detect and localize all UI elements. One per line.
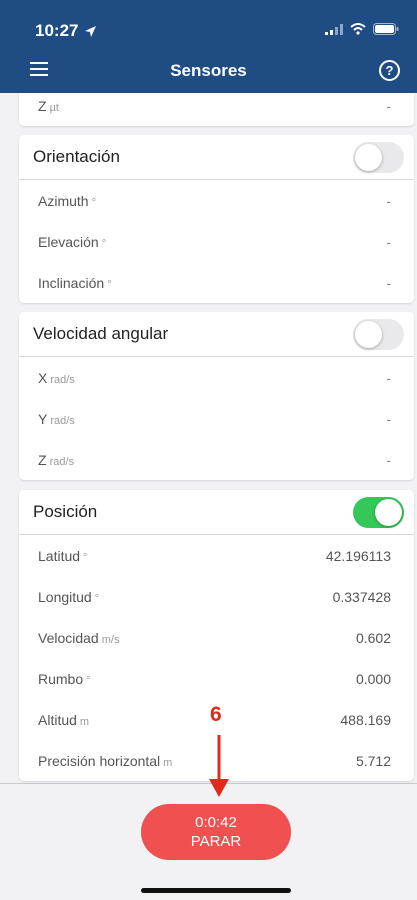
sensor-row: Elevación ° -	[19, 221, 414, 262]
annotation-arrow-icon	[209, 735, 229, 797]
row-value: -	[386, 451, 391, 468]
sensor-row: Rumbo ° 0.000	[19, 658, 414, 699]
card-title: Orientación	[33, 147, 120, 166]
bottom-bar: 0:0:42 PARAR	[0, 783, 417, 900]
card-title: Posición	[33, 502, 98, 521]
row-unit: m	[79, 715, 90, 728]
row-label: Y	[38, 410, 48, 427]
row-unit: °	[107, 278, 112, 291]
row-label: Altitud	[38, 711, 77, 728]
recording-timer: 0:0:42	[195, 814, 237, 831]
sensor-row: Inclinación ° -	[19, 262, 414, 303]
row-label: X	[38, 369, 48, 386]
sensor-row: Zµt -	[19, 93, 414, 126]
row-value: 42.196113	[325, 547, 391, 564]
signal-icon	[325, 23, 343, 35]
row-value: 0.602	[355, 629, 391, 646]
row-label: Z	[38, 97, 47, 114]
sensor-row: Yrad/s -	[19, 398, 414, 439]
row-unit: rad/s	[50, 373, 75, 386]
row-unit: °	[83, 551, 88, 564]
location-arrow-icon	[85, 25, 97, 37]
row-value: 488.169	[340, 711, 391, 728]
stop-recording-button[interactable]: 0:0:42 PARAR	[141, 804, 291, 860]
battery-icon	[373, 23, 399, 35]
row-label: Inclinación	[38, 274, 105, 291]
status-time-label: 10:27	[35, 21, 79, 40]
row-label: Rumbo	[38, 670, 84, 687]
row-label: Latitud	[38, 547, 81, 564]
help-icon[interactable]: ?	[379, 60, 400, 81]
row-unit: m/s	[101, 633, 120, 646]
orientacion-toggle[interactable]	[353, 141, 404, 173]
card-title: Velocidad angular	[33, 324, 169, 343]
card-velocidad-angular: Velocidad angular Xrad/s - Yrad/s - Zrad…	[19, 312, 414, 480]
row-label: Longitud	[38, 588, 92, 605]
card-header: Posición	[19, 490, 414, 535]
partial-sensor-card: Zµt -	[19, 93, 414, 126]
row-value: 0.000	[355, 670, 391, 687]
sensor-row: Latitud ° 42.196113	[19, 535, 414, 576]
status-time: 10:27	[35, 21, 97, 41]
row-value: -	[386, 410, 391, 427]
row-value: -	[386, 274, 391, 291]
row-label: Azimuth	[38, 192, 89, 209]
row-value: -	[386, 369, 391, 386]
row-label: Precisión horizontal	[38, 752, 161, 769]
row-value: 0.337428	[332, 588, 391, 605]
sensor-row: Zrad/s -	[19, 439, 414, 480]
row-value: -	[386, 233, 391, 250]
stop-button-label: PARAR	[190, 833, 242, 850]
page-title: Sensores	[170, 61, 247, 80]
card-orientacion: Orientación Azimuth ° - Elevación ° - Incl…	[19, 135, 414, 303]
row-unit: °	[101, 237, 107, 250]
row-unit: µt	[49, 101, 59, 114]
row-unit: °	[86, 674, 91, 687]
row-label: Elevación	[38, 233, 99, 250]
home-indicator	[141, 888, 291, 893]
row-unit: rad/s	[50, 414, 75, 427]
row-unit: rad/s	[49, 455, 75, 468]
row-label: Velocidad	[38, 629, 99, 646]
top-bar: 10:27 Sensores ?	[0, 0, 417, 93]
row-label: Z	[38, 451, 47, 468]
row-unit: °	[94, 592, 100, 605]
wifi-icon	[350, 23, 366, 35]
row-unit: °	[91, 196, 96, 209]
velocidad-angular-toggle[interactable]	[353, 318, 404, 350]
sensor-row: Longitud ° 0.337428	[19, 576, 414, 617]
row-unit: m	[163, 756, 173, 769]
status-icons	[325, 23, 399, 35]
posicion-toggle[interactable]	[353, 496, 404, 528]
sensor-row: Velocidad m/s 0.602	[19, 617, 414, 658]
sensor-list[interactable]: Zµt - Orientación Azimuth ° - Elevación ° …	[0, 93, 417, 783]
row-value: -	[386, 192, 391, 209]
row-value: 5.712	[355, 752, 391, 769]
sensor-row: Azimuth ° -	[19, 180, 414, 221]
card-header: Orientación	[19, 135, 414, 180]
annotation-number: 6	[210, 703, 222, 726]
row-value: -	[386, 97, 391, 114]
card-header: Velocidad angular	[19, 312, 414, 357]
sensor-row: Xrad/s -	[19, 357, 414, 398]
